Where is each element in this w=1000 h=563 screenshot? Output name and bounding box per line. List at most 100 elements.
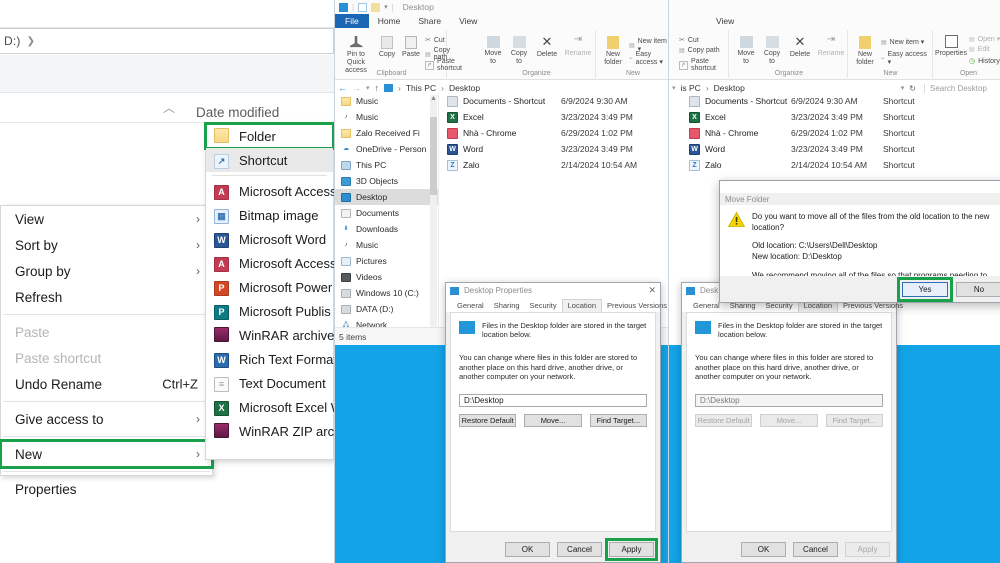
- breadcrumb-root[interactable]: This PC: [406, 83, 436, 93]
- recent-locations-icon[interactable]: ▾: [366, 84, 370, 92]
- file-row[interactable]: X Excel 3/23/2024 3:49 PM Shortcut: [669, 109, 1000, 125]
- context-menu-item-properties[interactable]: Properties: [1, 476, 212, 502]
- new-menu-item-microsoft-access[interactable]: A Microsoft Access: [206, 179, 334, 203]
- move-folder-dialog[interactable]: Move Folder Do you want to move all of t…: [719, 180, 1000, 303]
- context-menu-item-refresh[interactable]: Refresh: [1, 284, 212, 310]
- easy-access-button[interactable]: ⌁ Easy access ▾: [629, 51, 668, 66]
- move-dialog-button-yes[interactable]: Yes: [902, 281, 948, 297]
- nav-item-pictures[interactable]: Pictures: [335, 253, 438, 269]
- desktop-properties-dialog-right[interactable]: Desk General Sharing Security Location Previ…: [681, 282, 903, 563]
- location-path-input[interactable]: D:\Desktop: [459, 393, 647, 407]
- new-menu-item-shortcut[interactable]: ↗ Shortcut: [206, 148, 333, 172]
- history-button[interactable]: ◷ History: [969, 57, 1000, 66]
- customize-qat-icon[interactable]: ▾: [384, 3, 388, 11]
- new-menu-item-text-document[interactable]: ≡ Text Document: [206, 371, 333, 395]
- copy-button[interactable]: Copy: [375, 36, 399, 59]
- recent-locations-icon[interactable]: ▾: [672, 84, 676, 92]
- ribbon-tab-view[interactable]: View: [707, 14, 743, 28]
- nav-item-onedrive-person[interactable]: ☁ OneDrive - Person: [335, 141, 438, 157]
- nav-item-videos[interactable]: Videos: [335, 269, 438, 285]
- refresh-icon[interactable]: ↻: [909, 84, 916, 93]
- copy-path-button[interactable]: ▤ Copy path: [679, 47, 720, 54]
- new-menu-item-microsoft-publis[interactable]: P Microsoft Publis: [206, 299, 333, 323]
- context-menu-item-group-by[interactable]: Group by ›: [1, 258, 212, 284]
- breadcrumb-current[interactable]: Desktop: [714, 83, 745, 93]
- new-folder-quick-icon[interactable]: [371, 2, 381, 12]
- file-row[interactable]: Z Zalo 2/14/2024 10:54 AM Shortcut: [669, 157, 1000, 173]
- context-menu-item-give-access-to[interactable]: Give access to ›: [1, 406, 212, 432]
- address-dropdown-icon[interactable]: ▾: [901, 84, 905, 92]
- scroll-up-icon[interactable]: ▲: [430, 95, 437, 102]
- properties-tab-location[interactable]: Location: [561, 299, 602, 312]
- nav-item-windows-10-c-[interactable]: Windows 10 (C:): [335, 285, 438, 301]
- move-dialog-button-no[interactable]: No: [956, 281, 1000, 297]
- ribbon-tab-share[interactable]: Share: [409, 14, 450, 28]
- file-row[interactable]: Nhà - Chrome 6/29/2024 1:02 PM: [439, 125, 668, 141]
- new-menu-item-microsoft-word[interactable]: W Microsoft Word: [206, 227, 333, 251]
- file-row[interactable]: W Word 3/23/2024 3:49 PM: [439, 141, 668, 157]
- nav-item-desktop[interactable]: Desktop: [335, 189, 438, 205]
- search-input[interactable]: Search Desktop: [924, 83, 1000, 93]
- nav-item-music[interactable]: Music: [335, 93, 438, 109]
- file-row[interactable]: Nhà - Chrome 6/29/2024 1:02 PM Shortcut: [669, 125, 1000, 141]
- properties-tab-sharing[interactable]: Sharing: [489, 300, 525, 312]
- desktop-properties-dialog-mid[interactable]: Desktop Properties ✕ General Sharing Secur…: [445, 282, 667, 563]
- dialog-button-apply[interactable]: Apply: [605, 538, 658, 561]
- new-menu-item-folder[interactable]: Folder: [204, 122, 334, 150]
- properties-button-find-target-[interactable]: Find Target...: [589, 413, 647, 427]
- delete-button[interactable]: ✕ Delete: [532, 35, 562, 59]
- desktop-context-menu[interactable]: View › Sort by › Group by › Refresh Paste Paste …: [0, 205, 214, 497]
- paste-button[interactable]: Paste: [399, 36, 423, 59]
- left-address-bar[interactable]: D:) ❯: [0, 28, 334, 54]
- properties-button-move-[interactable]: Move...: [524, 413, 582, 427]
- nav-item-3d-objects[interactable]: 3D Objects: [335, 173, 438, 189]
- nav-item-downloads[interactable]: ⬇ Downloads: [335, 221, 438, 237]
- nav-item-this-pc[interactable]: This PC: [335, 157, 438, 173]
- ribbon-tab-file[interactable]: File: [335, 14, 369, 28]
- open-button[interactable]: ▤ Open ▾: [969, 35, 1000, 43]
- dialog-button-cancel[interactable]: Cancel: [793, 542, 838, 557]
- dialog-button-ok[interactable]: OK: [741, 542, 786, 557]
- new-folder-button[interactable]: New folder: [599, 36, 627, 67]
- properties-quick-icon[interactable]: [358, 2, 368, 12]
- ribbon-tab-view[interactable]: View: [450, 14, 486, 28]
- file-row[interactable]: Documents - Shortcut 6/9/2024 9:30 AM Shor…: [669, 93, 1000, 109]
- new-menu-item-winrar-archive[interactable]: WinRAR archive: [206, 323, 334, 347]
- dialog-button-cancel[interactable]: Cancel: [557, 542, 602, 557]
- new-folder-button[interactable]: New folder: [851, 36, 879, 67]
- file-row[interactable]: W Word 3/23/2024 3:49 PM Shortcut: [669, 141, 1000, 157]
- properties-tab-previous-versions[interactable]: Previous Versions: [602, 300, 668, 312]
- up-icon[interactable]: ↑: [375, 83, 380, 93]
- right-ribbon-tabs[interactable]: View: [669, 14, 1000, 28]
- easy-access-button[interactable]: ⌁ Easy access ▾: [881, 51, 932, 66]
- new-menu-item-microsoft-excel-w[interactable]: X Microsoft Excel W: [206, 395, 334, 419]
- new-submenu[interactable]: Folder ↗ Shortcut A Microsoft Access ▦ Bitmap …: [204, 122, 334, 460]
- file-row[interactable]: X Excel 3/23/2024 3:49 PM: [439, 109, 668, 125]
- location-path-input[interactable]: D:\Desktop: [695, 393, 883, 407]
- context-menu-item-sort-by[interactable]: Sort by ›: [1, 232, 212, 258]
- new-menu-item-microsoft-power[interactable]: P Microsoft Power: [206, 275, 333, 299]
- delete-button[interactable]: ✕ Delete: [785, 35, 815, 59]
- new-menu-item-rich-text-format[interactable]: W Rich Text Format: [206, 347, 334, 371]
- rename-button[interactable]: ⇥ Rename: [562, 35, 594, 58]
- back-icon[interactable]: ←: [338, 83, 347, 93]
- cut-button[interactable]: ✂ Cut: [679, 36, 699, 45]
- properties-button-restore-default[interactable]: Restore Default: [459, 413, 517, 427]
- new-menu-item-bitmap-image[interactable]: ▦ Bitmap image: [206, 203, 333, 227]
- properties-button[interactable]: Properties: [935, 35, 967, 58]
- close-icon[interactable]: ✕: [648, 285, 656, 296]
- move-to-button[interactable]: Move to: [480, 36, 506, 66]
- properties-tab-general[interactable]: General: [452, 300, 489, 312]
- new-menu-item-winrar-zip-arch[interactable]: WinRAR ZIP arch: [206, 419, 334, 443]
- move-to-button[interactable]: Move to: [733, 36, 759, 66]
- right-ribbon[interactable]: ✂ Cut ▤ Copy path ↱ Paste shortcut Move …: [669, 28, 1000, 80]
- ribbon-tab-home[interactable]: Home: [369, 14, 410, 28]
- copy-to-button[interactable]: Copy to: [506, 36, 532, 66]
- new-menu-item-microsoft-access[interactable]: A Microsoft Access: [206, 251, 334, 275]
- mid-ribbon[interactable]: Pin to Quick access Copy Paste ✂ Cut ▤ C…: [335, 28, 668, 80]
- breadcrumb-root[interactable]: is PC: [681, 83, 701, 93]
- context-menu-item-view[interactable]: View ›: [1, 206, 212, 232]
- breadcrumb-current[interactable]: Desktop: [449, 83, 480, 93]
- file-row[interactable]: Z Zalo 2/14/2024 10:54 AM: [439, 157, 668, 173]
- dialog-button-ok[interactable]: OK: [505, 542, 550, 557]
